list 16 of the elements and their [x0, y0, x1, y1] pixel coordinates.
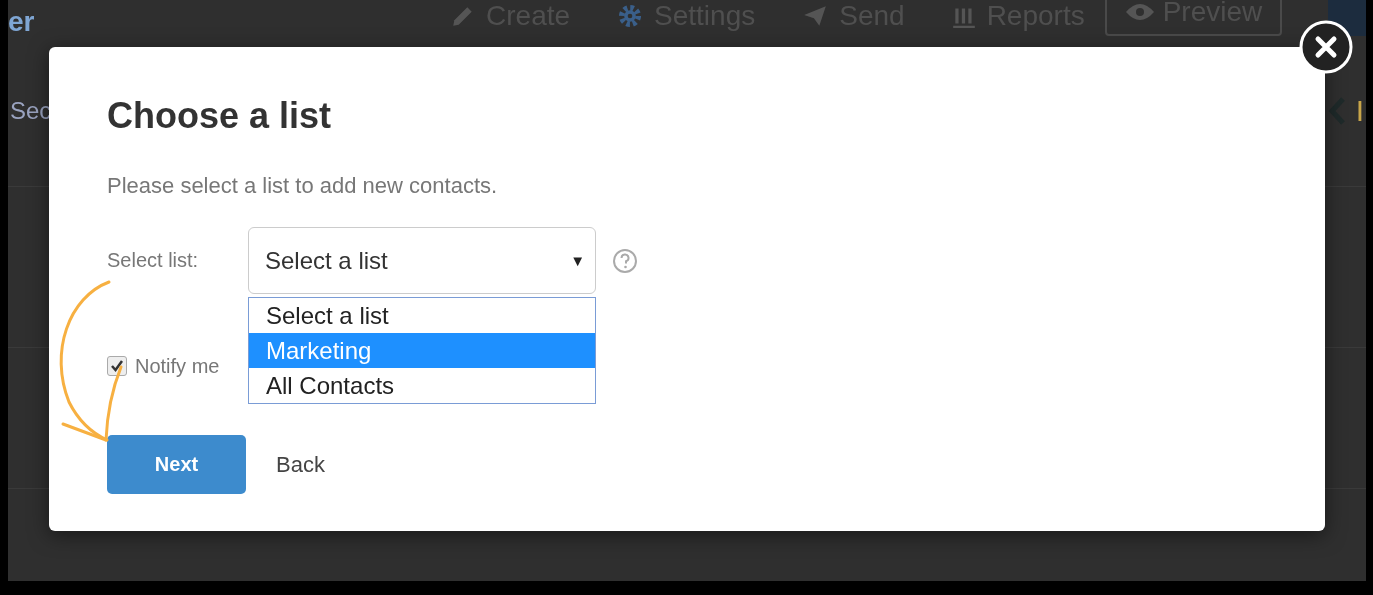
checkbox-label: Notify me: [135, 354, 220, 378]
tab-label: I: [1355, 94, 1364, 128]
eye-icon: [1124, 2, 1155, 22]
dropdown-option[interactable]: Marketing: [249, 333, 595, 368]
close-icon[interactable]: [1299, 20, 1353, 74]
dropdown-option[interactable]: All Contacts: [249, 368, 595, 403]
section-label: Sec: [9, 97, 52, 125]
notify-checkbox[interactable]: [107, 356, 127, 376]
select-label: Select list:: [107, 249, 200, 272]
dialog-description: Please select a list to add new contacts.: [107, 173, 499, 199]
next-button[interactable]: Next: [107, 435, 246, 494]
list-select[interactable]: Select a list ▼: [248, 227, 596, 294]
back-link[interactable]: Back: [276, 451, 325, 478]
dropdown-option[interactable]: Select a list: [249, 298, 595, 333]
dialog-title: Choose a list: [107, 95, 333, 137]
logo-text: er: [8, 8, 36, 36]
